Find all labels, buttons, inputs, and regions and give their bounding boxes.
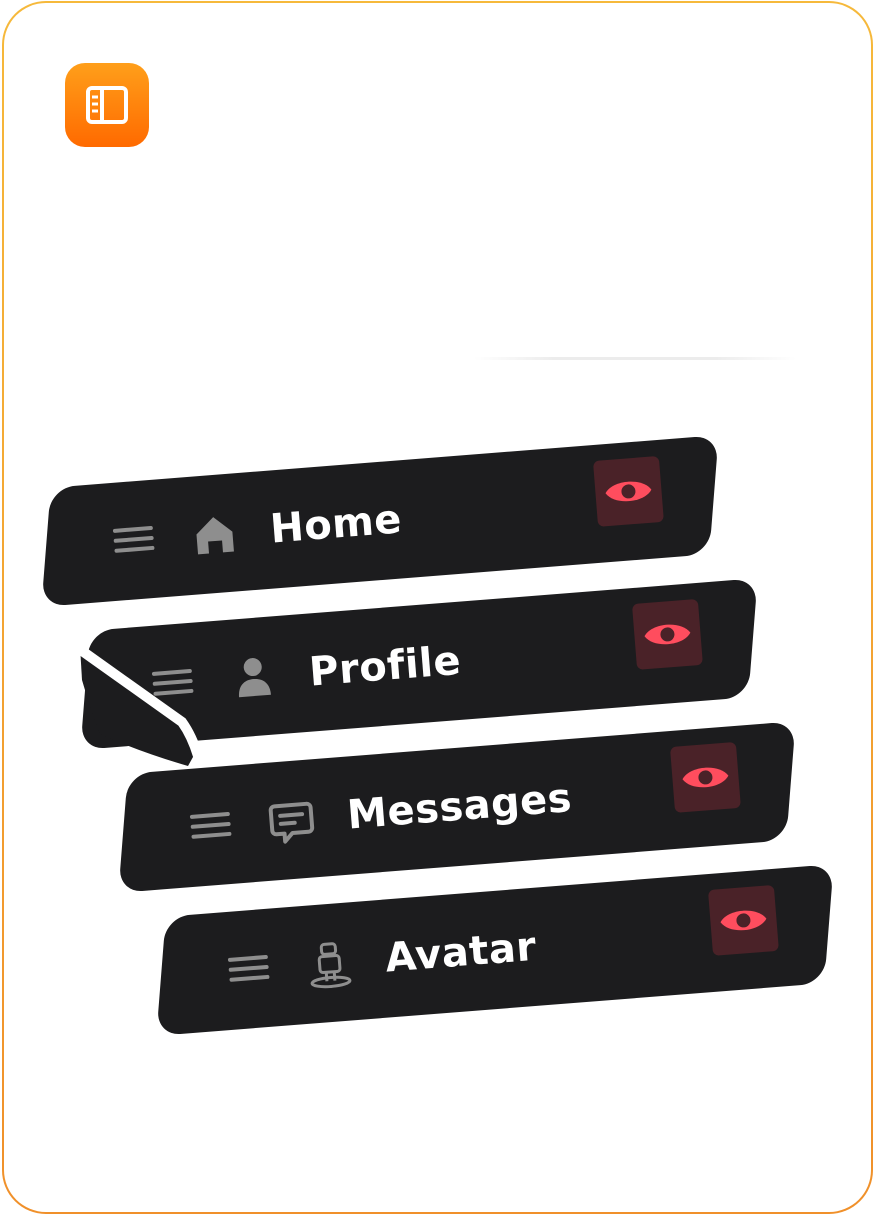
toggle-visibility-home[interactable] bbox=[592, 455, 664, 527]
eye-icon bbox=[682, 767, 729, 788]
sidebar-icon bbox=[86, 86, 128, 124]
toggle-visibility-profile[interactable] bbox=[631, 598, 703, 670]
nav-label-avatar: Avatar bbox=[383, 923, 539, 982]
nav-label-profile: Profile bbox=[307, 637, 463, 696]
drag-handle-icon[interactable] bbox=[112, 525, 155, 557]
user-icon bbox=[239, 658, 271, 698]
message-icon bbox=[268, 801, 315, 844]
nav-label-home: Home bbox=[268, 496, 404, 553]
toggle-visibility-messages[interactable] bbox=[669, 741, 741, 813]
drag-handle-icon[interactable] bbox=[189, 811, 232, 843]
drag-handle-icon[interactable] bbox=[151, 668, 194, 700]
divider-line bbox=[474, 357, 796, 360]
toggle-visibility-avatar[interactable] bbox=[707, 884, 779, 956]
home-icon bbox=[196, 517, 234, 555]
sidebar-app-icon bbox=[65, 63, 149, 147]
nav-label-messages: Messages bbox=[345, 775, 574, 839]
eye-icon bbox=[720, 910, 767, 931]
drag-handle-icon[interactable] bbox=[227, 954, 270, 986]
avatar-icon bbox=[310, 942, 352, 989]
eye-icon bbox=[605, 481, 652, 502]
eye-icon bbox=[644, 624, 691, 645]
